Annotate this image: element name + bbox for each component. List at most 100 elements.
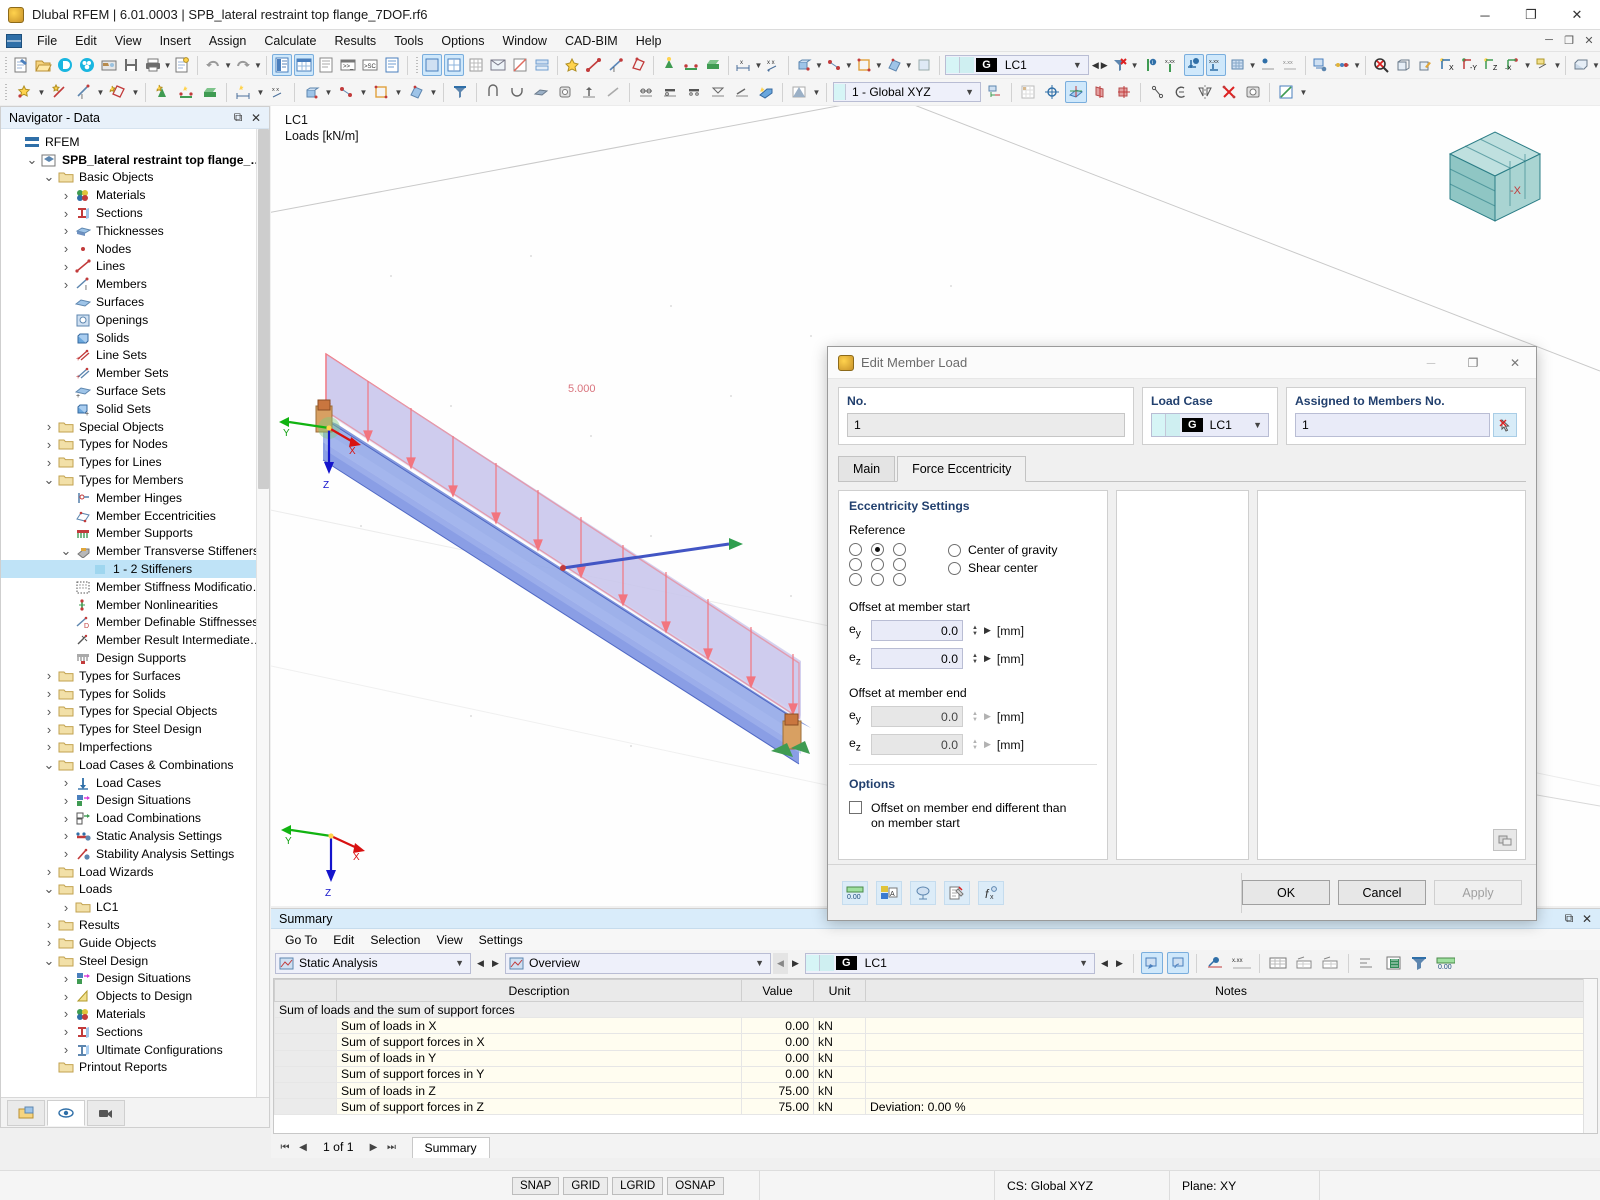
expand-arrow-icon[interactable]: › bbox=[58, 900, 74, 915]
chevron-down-icon[interactable]: ▼ bbox=[1247, 420, 1268, 430]
toolbar-grip-2[interactable] bbox=[414, 55, 418, 75]
section-extrude-icon[interactable] bbox=[578, 81, 600, 103]
maximize-button[interactable]: ❐ bbox=[1508, 0, 1554, 30]
surface-create-icon[interactable] bbox=[628, 54, 648, 76]
tree-item-types-for-members[interactable]: ⌄ Types for Members bbox=[1, 471, 269, 489]
coordinate-marker-icon[interactable]: x x bbox=[267, 81, 289, 103]
new-nodal-load-icon[interactable] bbox=[335, 81, 357, 103]
load-table-icon[interactable]: x.xx bbox=[1280, 54, 1300, 76]
section-box-icon[interactable] bbox=[554, 81, 576, 103]
ref-pos-4[interactable] bbox=[849, 558, 862, 571]
results-dropdown-icon[interactable]: ▼ bbox=[1353, 54, 1361, 76]
close-button[interactable]: ✕ bbox=[1554, 0, 1600, 30]
tree-item-member-eccentricities[interactable]: Member Eccentricities bbox=[1, 507, 269, 525]
new-surface-dropdown-icon[interactable]: ▼ bbox=[130, 81, 141, 103]
expand-arrow-icon[interactable]: › bbox=[41, 419, 57, 434]
load-grid-icon[interactable] bbox=[1228, 54, 1248, 76]
view-next-button[interactable]: ▶ bbox=[788, 953, 803, 974]
render-mesh-icon[interactable] bbox=[466, 54, 486, 76]
dimension-linear-dropdown-icon[interactable]: ▼ bbox=[255, 81, 266, 103]
sync-selection-icon[interactable] bbox=[1167, 952, 1189, 974]
tree-item-design-situations[interactable]: › Design Situations bbox=[1, 969, 269, 987]
visibility-dropdown-icon[interactable]: ▼ bbox=[1592, 54, 1600, 76]
tree-item-types-for-special-objects[interactable]: › Types for Special Objects bbox=[1, 703, 269, 721]
ref-pos-9[interactable] bbox=[893, 573, 906, 586]
summary-lc-prev-button[interactable]: ◀ bbox=[1097, 953, 1112, 974]
pick-members-icon[interactable] bbox=[1493, 413, 1517, 437]
free-load-icon[interactable] bbox=[914, 54, 934, 76]
offset-start-ey-expand-icon[interactable]: ▶ bbox=[984, 625, 991, 636]
expand-arrow-icon[interactable]: › bbox=[58, 793, 74, 808]
navigator-tab-data[interactable] bbox=[7, 1099, 45, 1126]
work-plane-xy-icon[interactable] bbox=[1065, 81, 1087, 103]
load-case-combo[interactable]: G LC1 ▼ bbox=[945, 55, 1089, 75]
row-header-cell[interactable] bbox=[274, 1065, 337, 1083]
grid-settings-icon[interactable] bbox=[1017, 81, 1039, 103]
new-model-icon[interactable] bbox=[11, 54, 31, 76]
formula-icon[interactable]: fx bbox=[978, 880, 1004, 905]
excel-export-icon[interactable] bbox=[1382, 952, 1404, 974]
offset-end-ez-expand-icon[interactable]: ▶ bbox=[984, 739, 991, 750]
tree-item-member-result-intermediate-points[interactable]: Member Result Intermediate Points bbox=[1, 631, 269, 649]
expand-arrow-icon[interactable]: › bbox=[58, 989, 74, 1004]
chevron-down-icon[interactable]: ▼ bbox=[959, 87, 980, 97]
next-page-button[interactable]: ▶ bbox=[366, 1142, 382, 1153]
apply-button[interactable]: Apply bbox=[1434, 880, 1522, 905]
assigned-members-input[interactable]: 1 bbox=[1295, 413, 1490, 437]
toolbar-grip[interactable] bbox=[3, 55, 7, 75]
hinge-type-5-icon[interactable] bbox=[731, 81, 753, 103]
support-create-icon[interactable] bbox=[659, 54, 679, 76]
tree-item-types-for-nodes[interactable]: › Types for Nodes bbox=[1, 436, 269, 454]
line-load-icon[interactable] bbox=[854, 54, 874, 76]
tree-item-member-hinges[interactable]: Member Hinges bbox=[1, 489, 269, 507]
mdi-restore-button[interactable]: ❐ bbox=[1560, 34, 1578, 47]
undo-icon[interactable] bbox=[203, 54, 223, 76]
navigator-tab-views[interactable] bbox=[87, 1099, 125, 1126]
expand-arrow-icon[interactable]: › bbox=[58, 277, 74, 292]
menu-results[interactable]: Results bbox=[326, 32, 386, 50]
dimension-linear-icon[interactable] bbox=[232, 81, 254, 103]
ref-pos-1[interactable] bbox=[849, 543, 862, 556]
summary-table-container[interactable]: Description Value Unit Notes Sum of load… bbox=[273, 978, 1598, 1134]
render-wire-icon[interactable] bbox=[443, 54, 464, 76]
row-header-cell[interactable] bbox=[274, 1098, 337, 1116]
new-line-support-icon[interactable] bbox=[175, 81, 197, 103]
show-loads-icon[interactable] bbox=[1183, 54, 1204, 76]
load-grid-dropdown-icon[interactable]: ▼ bbox=[1249, 54, 1257, 76]
expand-arrow-icon[interactable]: › bbox=[41, 864, 57, 879]
import-icon[interactable] bbox=[99, 54, 119, 76]
info-panel-icon[interactable] bbox=[382, 54, 402, 76]
menu-view[interactable]: View bbox=[106, 32, 151, 50]
filter-delete-icon[interactable] bbox=[1110, 54, 1130, 76]
table-row[interactable]: Sum of support forces in X 0.00 kN bbox=[274, 1033, 1597, 1051]
expand-arrow-icon[interactable]: › bbox=[41, 686, 57, 701]
work-plane-yz-icon[interactable] bbox=[1089, 81, 1111, 103]
expand-arrow-icon[interactable]: › bbox=[58, 206, 74, 221]
hinge-type-4-icon[interactable] bbox=[707, 81, 729, 103]
first-page-button[interactable]: ⏮ bbox=[277, 1142, 293, 1153]
navigator-scroll-thumb[interactable] bbox=[258, 129, 269, 489]
diagram-dropdown-icon[interactable]: ▼ bbox=[811, 81, 822, 103]
new-line-icon[interactable] bbox=[48, 81, 70, 103]
rotate-icon[interactable] bbox=[1170, 81, 1192, 103]
navigator-panel-icon[interactable] bbox=[271, 54, 292, 76]
row-header-cell[interactable] bbox=[274, 1017, 337, 1035]
tree-item-objects-to-design[interactable]: › Objects to Design bbox=[1, 987, 269, 1005]
hinge-type-3-icon[interactable] bbox=[683, 81, 705, 103]
new-surface-load-icon[interactable] bbox=[405, 81, 427, 103]
table-row[interactable]: Sum of support forces in Z 75.00 kN Deviati… bbox=[274, 1098, 1597, 1116]
tree-item-load-cases[interactable]: › Load Cases bbox=[1, 774, 269, 792]
new-member-icon[interactable]: I bbox=[72, 81, 94, 103]
ref-pos-8[interactable] bbox=[871, 573, 884, 586]
select-in-graphic-icon[interactable] bbox=[1141, 952, 1163, 974]
tree-item-guide-objects[interactable]: › Guide Objects bbox=[1, 934, 269, 952]
tree-item-line-sets[interactable]: + Line Sets bbox=[1, 347, 269, 365]
expand-arrow-icon[interactable]: › bbox=[58, 259, 74, 274]
summary-menu-settings[interactable]: Settings bbox=[471, 932, 531, 948]
dimension-icon[interactable]: x bbox=[733, 54, 753, 76]
tree-item-static-analysis-settings[interactable]: › Static Analysis Settings bbox=[1, 827, 269, 845]
table-row[interactable]: Sum of support forces in Y 0.00 kN bbox=[274, 1065, 1597, 1083]
filter-dropdown-icon[interactable]: ▼ bbox=[1131, 54, 1139, 76]
tree-item-members[interactable]: › I Members bbox=[1, 275, 269, 293]
load-diagram-icon[interactable] bbox=[1258, 54, 1278, 76]
